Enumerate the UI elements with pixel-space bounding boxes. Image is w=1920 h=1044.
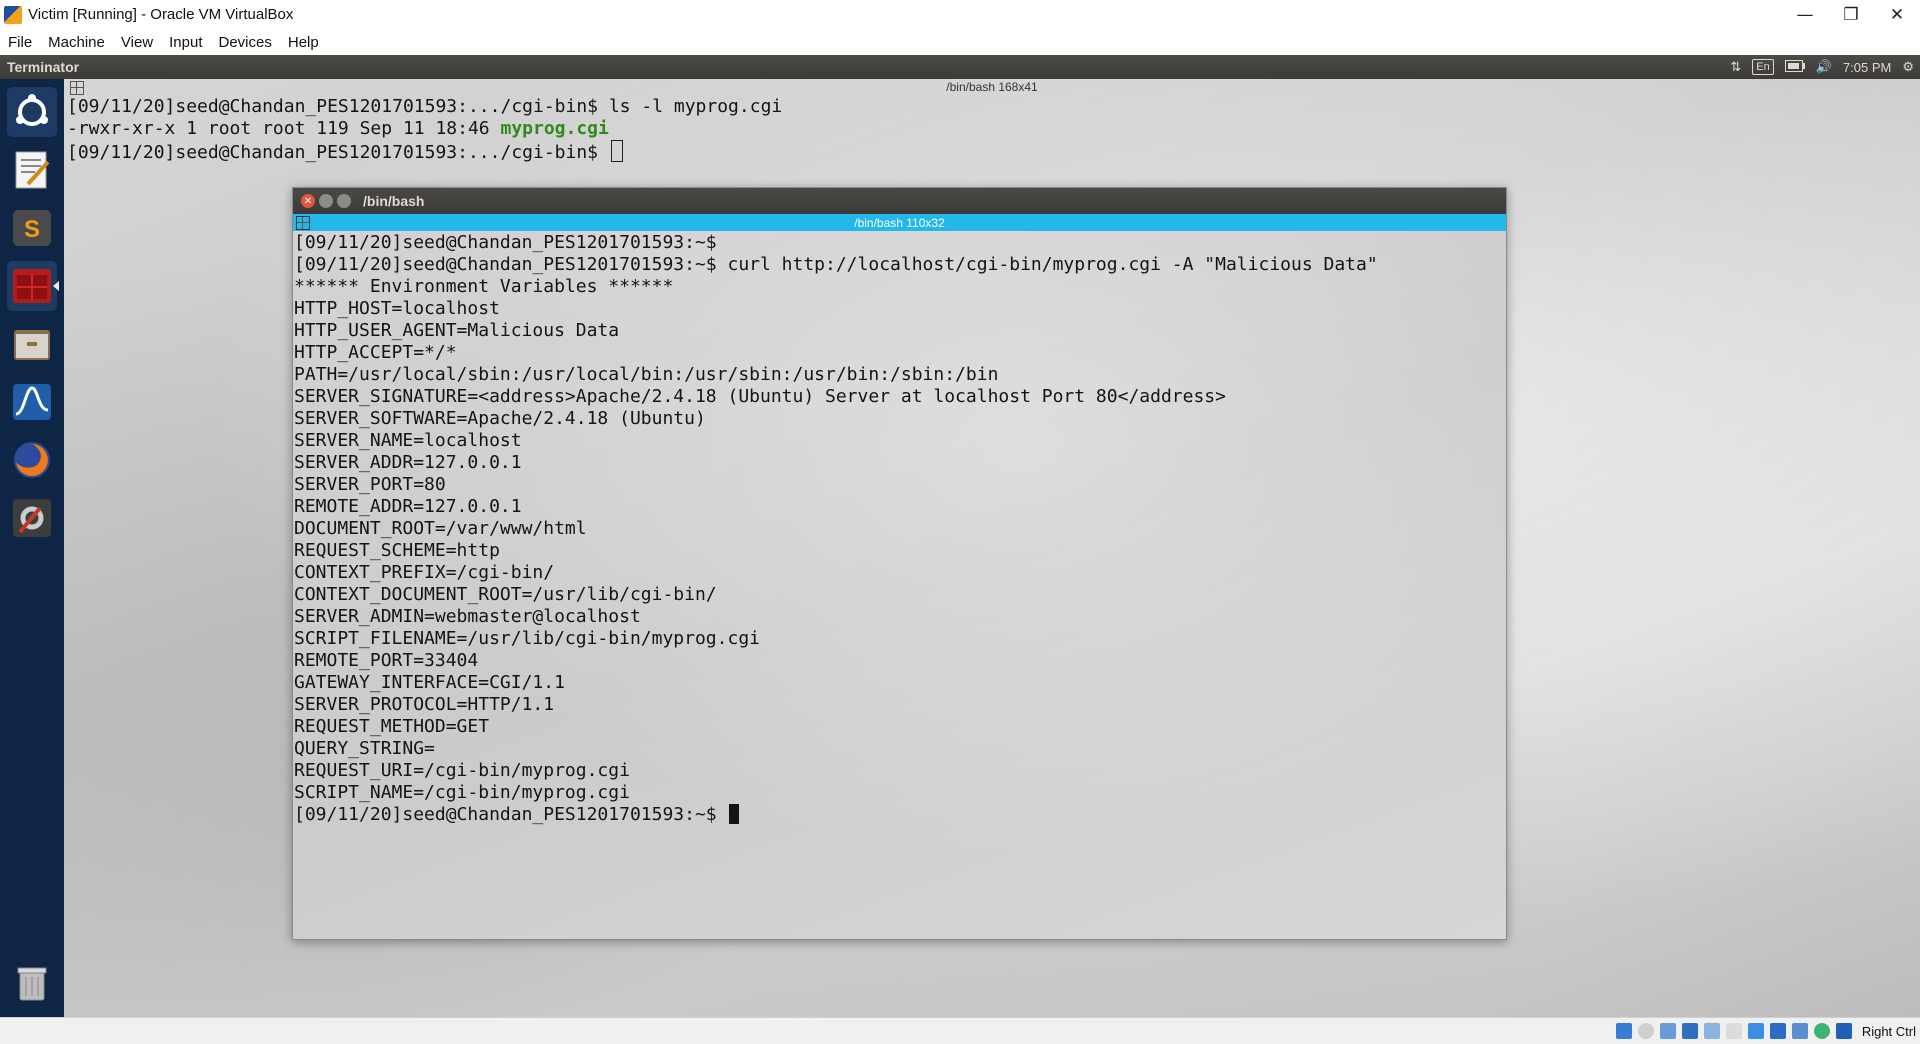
- host-menubar: File Machine View Input Devices Help: [0, 29, 1920, 55]
- files-icon[interactable]: [7, 319, 57, 369]
- terminal-line: [09/11/20]seed@Chandan_PES1201701593:...…: [67, 96, 783, 117]
- guest-additions-icon[interactable]: [1791, 1023, 1808, 1039]
- terminal-line: SCRIPT_FILENAME=/usr/lib/cgi-bin/myprog.…: [294, 628, 760, 649]
- firefox-icon[interactable]: [7, 435, 57, 485]
- terminal-line: SCRIPT_NAME=/cgi-bin/myprog.cgi: [294, 782, 630, 803]
- menu-machine[interactable]: Machine: [40, 34, 113, 51]
- menu-help[interactable]: Help: [280, 34, 327, 51]
- display-icon[interactable]: [1747, 1023, 1764, 1039]
- sublime-text-icon[interactable]: S: [7, 203, 57, 253]
- terminator-icon[interactable]: [7, 261, 59, 311]
- terminal-line: -rwxr-xr-x 1 root root 119 Sep 11 18:46: [67, 118, 501, 139]
- trash-icon[interactable]: [7, 957, 57, 1007]
- terminal-line: REQUEST_URI=/cgi-bin/myprog.cgi: [294, 760, 630, 781]
- terminal-line: GATEWAY_INTERFACE=CGI/1.1: [294, 672, 565, 693]
- shared-folders-icon[interactable]: [1725, 1023, 1742, 1039]
- optical-drive-icon[interactable]: [1637, 1023, 1654, 1039]
- terminal-line: SERVER_SOFTWARE=Apache/2.4.18 (Ubuntu): [294, 408, 706, 429]
- highlighted-filename: myprog.cgi: [500, 118, 609, 139]
- virtualbox-icon: [4, 5, 22, 24]
- terminal-line: PATH=/usr/local/sbin:/usr/local/bin:/usr…: [294, 364, 999, 385]
- active-app-indicator: [53, 281, 59, 291]
- terminal-line: SERVER_PORT=80: [294, 474, 446, 495]
- wireshark-icon[interactable]: [7, 377, 57, 427]
- video-capture-icon[interactable]: [1769, 1023, 1786, 1039]
- front-terminal-output[interactable]: [09/11/20]seed@Chandan_PES1201701593:~$ …: [293, 231, 1506, 939]
- clock[interactable]: 7:05 PM: [1843, 60, 1891, 75]
- close-window-button[interactable]: ✕: [301, 194, 315, 208]
- usb-icon[interactable]: [1703, 1023, 1720, 1039]
- keyboard-layout-indicator[interactable]: En: [1752, 59, 1774, 75]
- host-titlebar: Victim [Running] - Oracle VM VirtualBox …: [0, 0, 1920, 29]
- front-terminal-title: /bin/bash: [363, 193, 425, 209]
- volume-icon[interactable]: 🔊: [1816, 59, 1832, 75]
- network-adapter-icon[interactable]: [1681, 1023, 1698, 1039]
- terminal-line: SERVER_PROTOCOL=HTTP/1.1: [294, 694, 555, 715]
- terminal-line: SERVER_NAME=localhost: [294, 430, 522, 451]
- settings-icon[interactable]: [7, 493, 57, 543]
- front-terminal-tab-title: /bin/bash 110x32: [854, 215, 945, 230]
- terminal-line: CONTEXT_PREFIX=/cgi-bin/: [294, 562, 555, 583]
- terminal-line: QUERY_STRING=: [294, 738, 435, 759]
- text-editor-icon[interactable]: [7, 145, 57, 195]
- maximize-window-button[interactable]: [337, 194, 351, 208]
- menu-input[interactable]: Input: [161, 34, 210, 51]
- terminal-line: [09/11/20]seed@Chandan_PES1201701593:~$ …: [294, 254, 1378, 275]
- menu-file[interactable]: File: [0, 34, 40, 51]
- mouse-integration-icon[interactable]: [1813, 1023, 1830, 1039]
- back-terminal-header: /bin/bash 168x41: [64, 79, 1920, 95]
- restore-button[interactable]: ❐: [1828, 0, 1874, 29]
- terminal-line: SERVER_SIGNATURE=<address>Apache/2.4.18 …: [294, 386, 1226, 407]
- svg-text:S: S: [24, 216, 40, 243]
- front-terminal-tab[interactable]: /bin/bash 110x32: [293, 214, 1506, 231]
- terminal-prompt: [09/11/20]seed@Chandan_PES1201701593:...…: [67, 142, 609, 163]
- terminal-cursor: [729, 804, 740, 824]
- battery-icon[interactable]: [1784, 59, 1805, 75]
- terminal-line: CONTEXT_DOCUMENT_ROOT=/usr/lib/cgi-bin/: [294, 584, 717, 605]
- host-statusbar: Right Ctrl: [0, 1017, 1920, 1044]
- panel-indicators: ⇅ En 🔊 7:05 PM ⚙: [1730, 55, 1914, 79]
- minimize-button[interactable]: —: [1782, 0, 1828, 29]
- back-terminal-output[interactable]: [09/11/20]seed@Chandan_PES1201701593:...…: [67, 96, 782, 164]
- terminal-line: REQUEST_SCHEME=http: [294, 540, 500, 561]
- audio-icon[interactable]: [1659, 1023, 1676, 1039]
- terminal-line: HTTP_HOST=localhost: [294, 298, 500, 319]
- unity-launcher: S: [0, 79, 64, 1017]
- network-icon[interactable]: ⇅: [1730, 59, 1741, 75]
- terminal-line: REQUEST_METHOD=GET: [294, 716, 490, 737]
- panel-app-name: Terminator: [7, 59, 80, 75]
- terminal-line: SERVER_ADMIN=webmaster@localhost: [294, 606, 641, 627]
- terminal-line: [09/11/20]seed@Chandan_PES1201701593:~$: [294, 232, 717, 253]
- minimize-window-button[interactable]: [319, 194, 333, 208]
- terminal-line: ****** Environment Variables ******: [294, 276, 674, 297]
- menu-devices[interactable]: Devices: [211, 34, 280, 51]
- gear-icon[interactable]: ⚙: [1902, 59, 1914, 75]
- hard-disk-icon[interactable]: [1615, 1023, 1632, 1039]
- terminal-line: SERVER_ADDR=127.0.0.1: [294, 452, 522, 473]
- terminal-line: HTTP_USER_AGENT=Malicious Data: [294, 320, 620, 341]
- terminal-line: REMOTE_PORT=33404: [294, 650, 479, 671]
- terminal-line: HTTP_ACCEPT=*/*: [294, 342, 457, 363]
- guest-top-panel: Terminator ⇅ En 🔊 7:05 PM ⚙: [0, 55, 1920, 79]
- back-terminal-title: /bin/bash 168x41: [946, 80, 1038, 94]
- ubuntu-dash-icon[interactable]: [7, 87, 57, 137]
- front-terminal-titlebar[interactable]: ✕ /bin/bash: [293, 188, 1506, 214]
- terminal-prompt: [09/11/20]seed@Chandan_PES1201701593:~$: [294, 804, 728, 825]
- close-button[interactable]: ✕: [1874, 0, 1920, 29]
- host-window-title: Victim [Running] - Oracle VM VirtualBox: [28, 6, 294, 23]
- front-terminal-window: ✕ /bin/bash /bin/bash 110x32 [09/11/20]s…: [292, 187, 1507, 940]
- terminal-line: DOCUMENT_ROOT=/var/www/html: [294, 518, 587, 539]
- terminal-line: REMOTE_ADDR=127.0.0.1: [294, 496, 522, 517]
- host-key-label: Right Ctrl: [1861, 1023, 1916, 1039]
- menu-view[interactable]: View: [113, 34, 161, 51]
- terminal-cursor: [610, 140, 623, 162]
- keyboard-capture-icon[interactable]: [1835, 1023, 1852, 1039]
